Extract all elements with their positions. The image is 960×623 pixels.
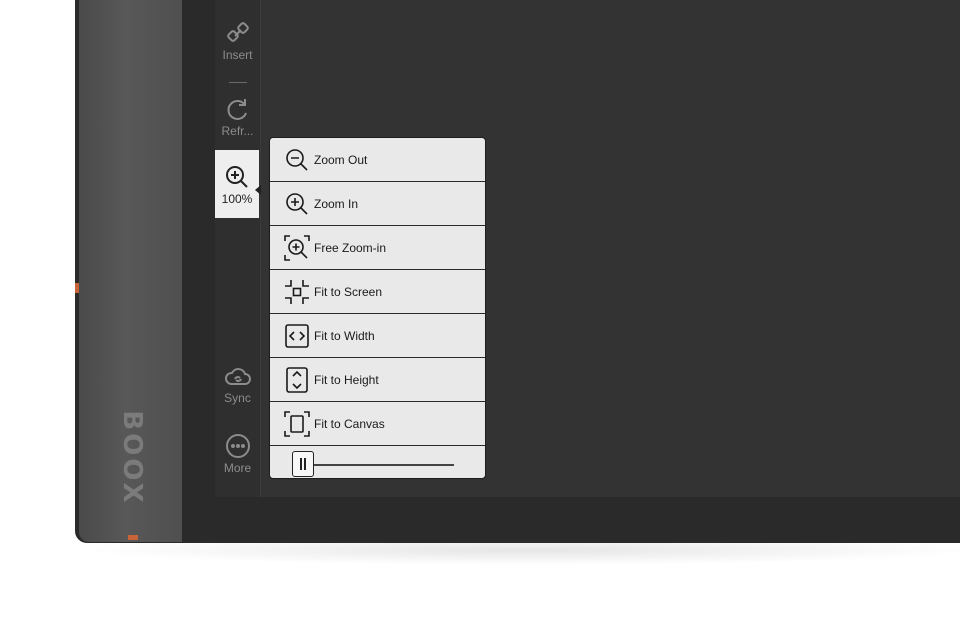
menu-item-label: Fit to Canvas <box>314 416 385 431</box>
zoom-in-icon <box>283 190 311 218</box>
insert-button[interactable]: Insert <box>215 20 260 62</box>
menu-item-zoom-in[interactable]: Zoom In <box>270 182 485 226</box>
menu-item-label: Zoom In <box>314 196 359 211</box>
fit-canvas-icon <box>283 410 311 438</box>
cloud-sync-icon <box>224 368 251 385</box>
menu-item-label: Fit to Width <box>314 328 375 343</box>
refresh-icon <box>227 99 247 120</box>
menu-item-fit-to-screen[interactable]: Fit to Screen <box>270 270 485 314</box>
insert-label: Insert <box>222 48 253 62</box>
menu-item-zoom-out[interactable]: Zoom Out <box>270 138 485 182</box>
fit-height-icon <box>283 366 311 394</box>
sync-label: Sync <box>224 391 251 405</box>
more-button[interactable]: More <box>215 433 260 475</box>
refresh-label: Refr... <box>221 124 254 138</box>
zoom-slider-track[interactable] <box>294 464 454 466</box>
menu-pointer <box>255 185 261 195</box>
menu-item-label: Zoom Out <box>314 152 368 167</box>
fit-screen-icon <box>283 278 311 306</box>
link-icon <box>226 22 249 42</box>
menu-item-label: Fit to Screen <box>314 284 383 299</box>
menu-item-fit-to-canvas[interactable]: Fit to Canvas <box>270 402 485 446</box>
more-label: More <box>223 461 252 475</box>
fit-width-icon <box>283 322 311 350</box>
menu-item-label: Free Zoom-in <box>314 240 387 255</box>
side-button <box>75 283 79 293</box>
sync-button[interactable]: Sync <box>215 365 260 405</box>
menu-item-fit-to-width[interactable]: Fit to Width <box>270 314 485 358</box>
zoom-out-icon <box>283 146 311 174</box>
free-zoom-icon <box>283 234 311 262</box>
toolbar-divider <box>229 82 247 83</box>
brand-logo: BOOX <box>117 410 147 506</box>
refresh-button[interactable]: Refr... <box>215 96 260 138</box>
zoom-button[interactable]: 100% <box>215 150 259 218</box>
bottom-port <box>128 535 138 540</box>
more-icon <box>225 434 250 458</box>
menu-item-label: Fit to Height <box>314 372 379 387</box>
zoom-in-icon <box>226 166 248 188</box>
menu-item-free-zoom-in[interactable]: Free Zoom-in <box>270 226 485 270</box>
zoom-slider-thumb[interactable] <box>292 451 314 477</box>
menu-item-fit-to-height[interactable]: Fit to Height <box>270 358 485 402</box>
side-toolbar: Insert Refr... 100% Sync More <box>215 0 261 497</box>
zoom-value: 100% <box>221 192 253 206</box>
zoom-menu: Zoom Out Zoom In Free Zoom-in Fit to Scr… <box>269 137 486 479</box>
zoom-slider[interactable] <box>270 446 485 478</box>
